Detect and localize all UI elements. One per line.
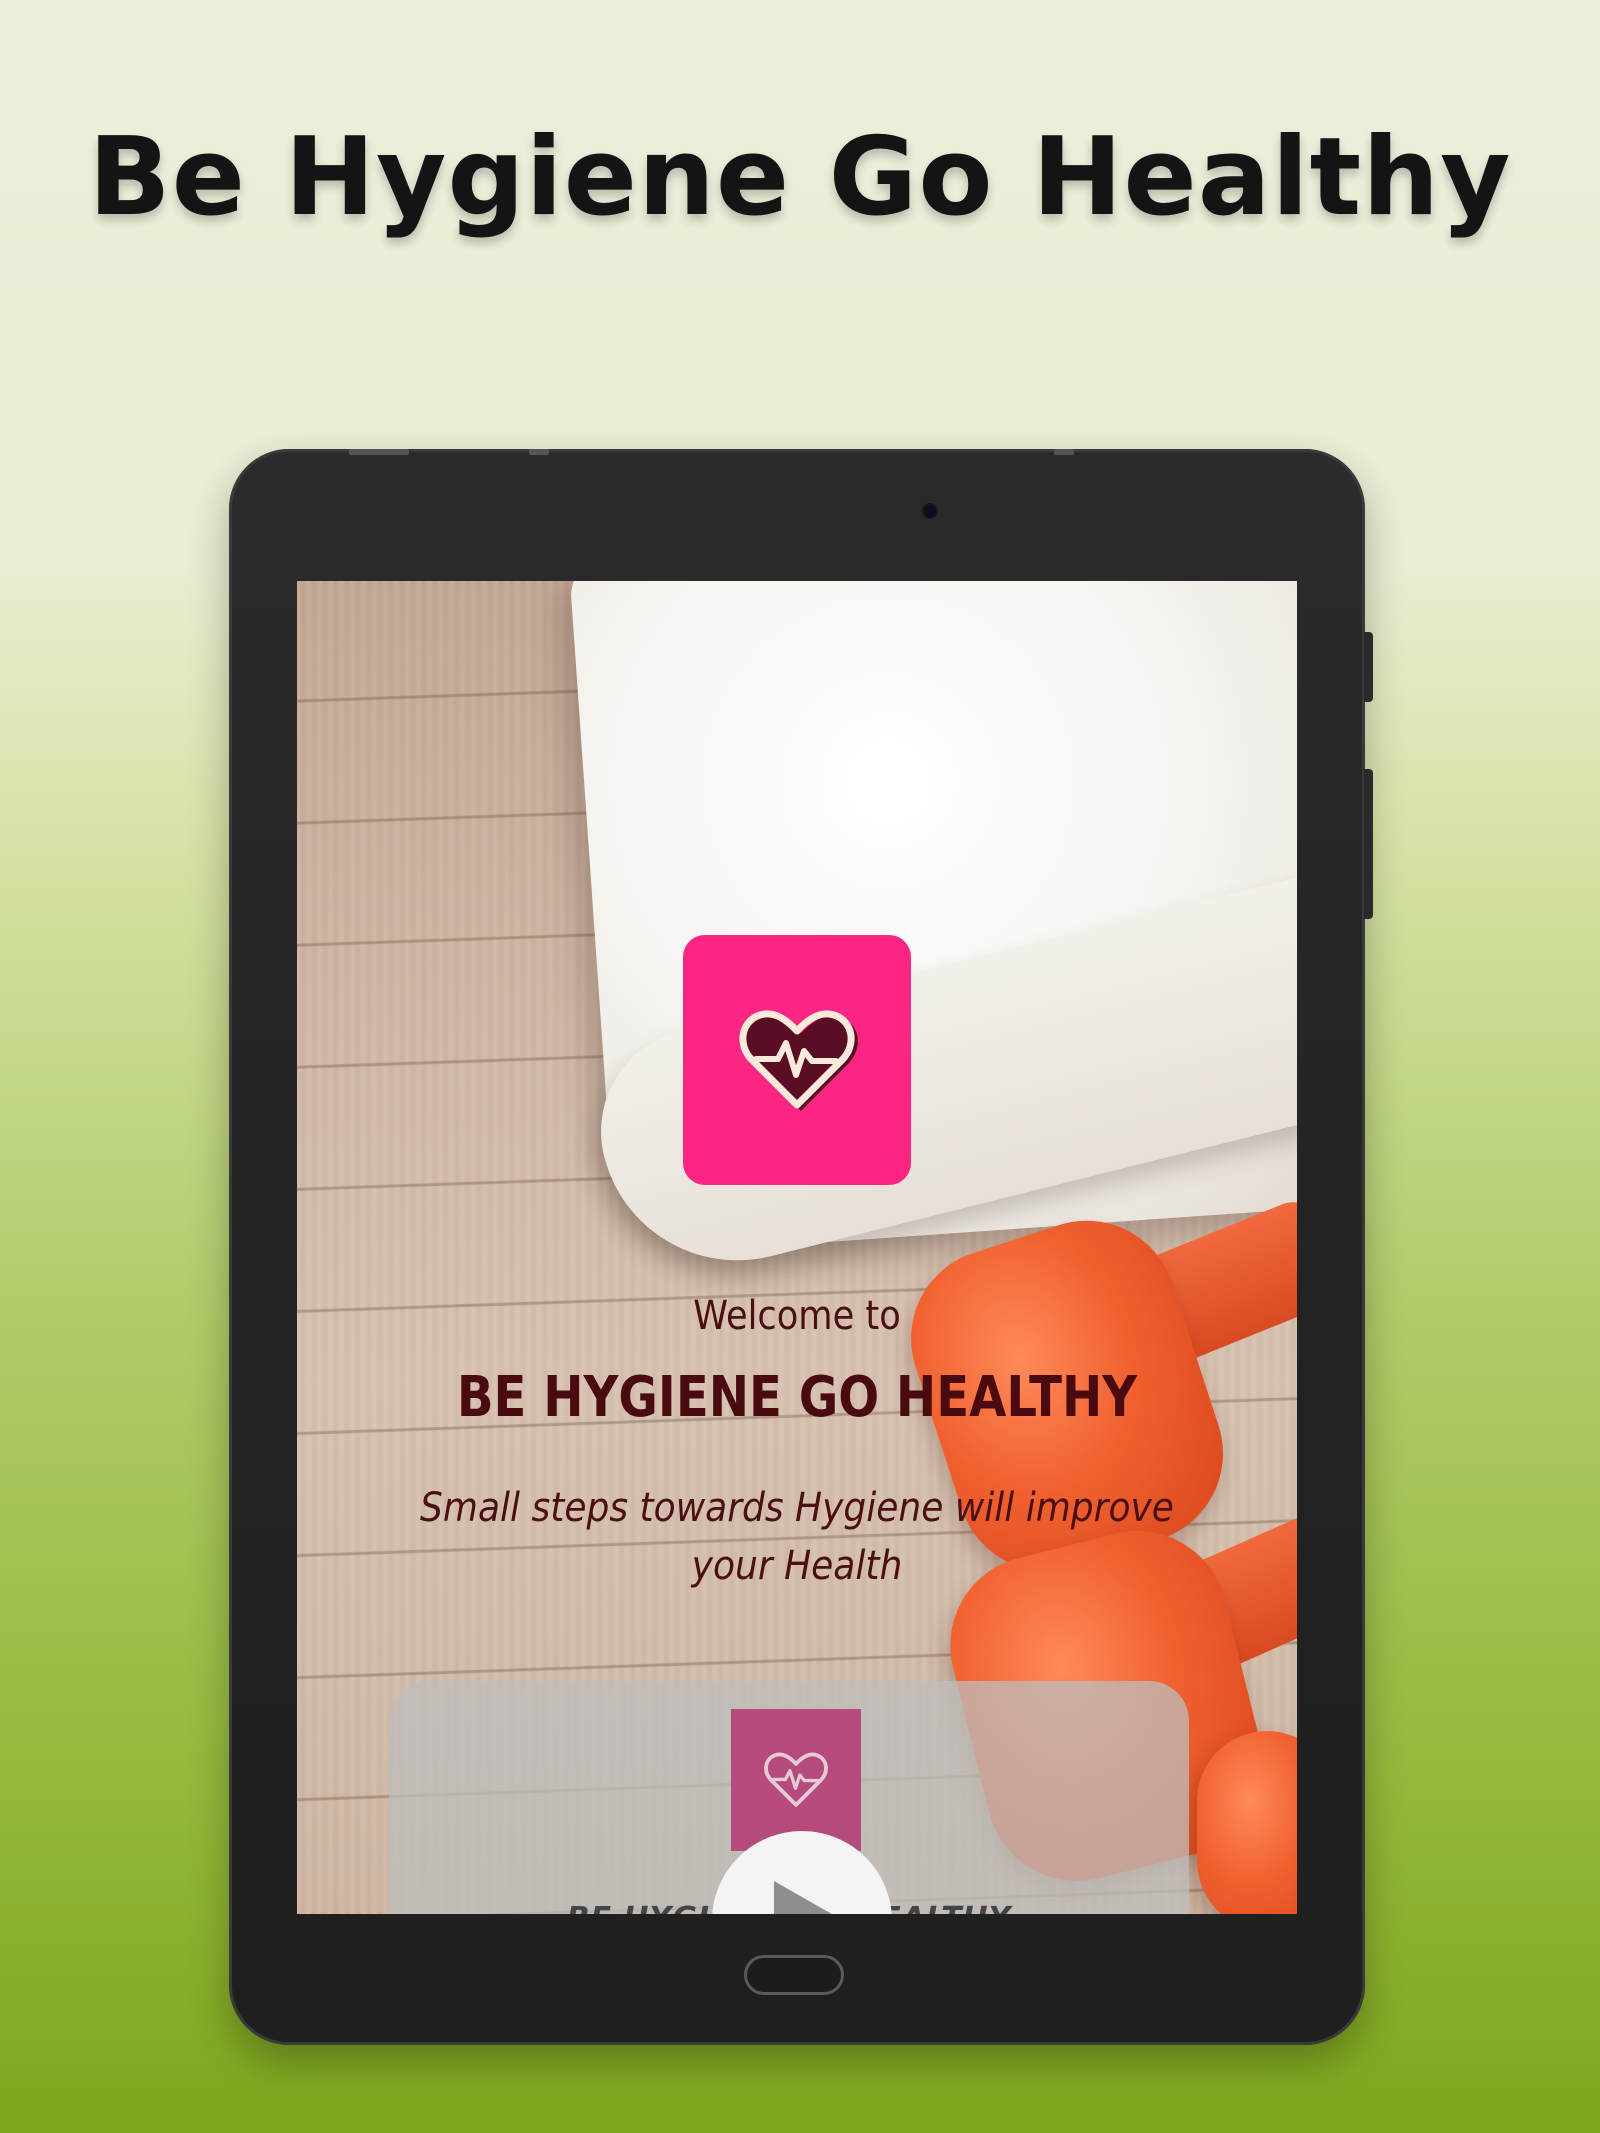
heart-pulse-icon [739,1010,858,1111]
tagline-text: Small steps towards Hygiene will improve… [420,1485,1174,1589]
tablet-trim [1054,449,1074,455]
welcome-text: Welcome to [693,1293,901,1339]
power-button [1364,632,1373,702]
volume-button [1364,769,1373,919]
tablet-device-frame: Welcome to BE HYGIENE GO HEALTHY Small s… [229,449,1373,2045]
video-thumbnail-logo [731,1709,861,1851]
front-camera [924,505,936,517]
play-icon [774,1881,844,1914]
heart-pulse-icon [764,1752,828,1807]
app-screen: Welcome to BE HYGIENE GO HEALTHY Small s… [297,581,1297,1914]
app-logo [683,935,911,1185]
promo-headline: Be Hygiene Go Healthy [88,115,1512,240]
intro-video-card[interactable]: BE HYGIENE GO HEALTHY [389,1681,1189,1914]
tablet-trim [529,449,549,455]
app-name-title: BE HYGIENE GO HEALTHY [456,1365,1138,1430]
home-button[interactable] [744,1955,844,1995]
tablet-trim [349,449,409,455]
